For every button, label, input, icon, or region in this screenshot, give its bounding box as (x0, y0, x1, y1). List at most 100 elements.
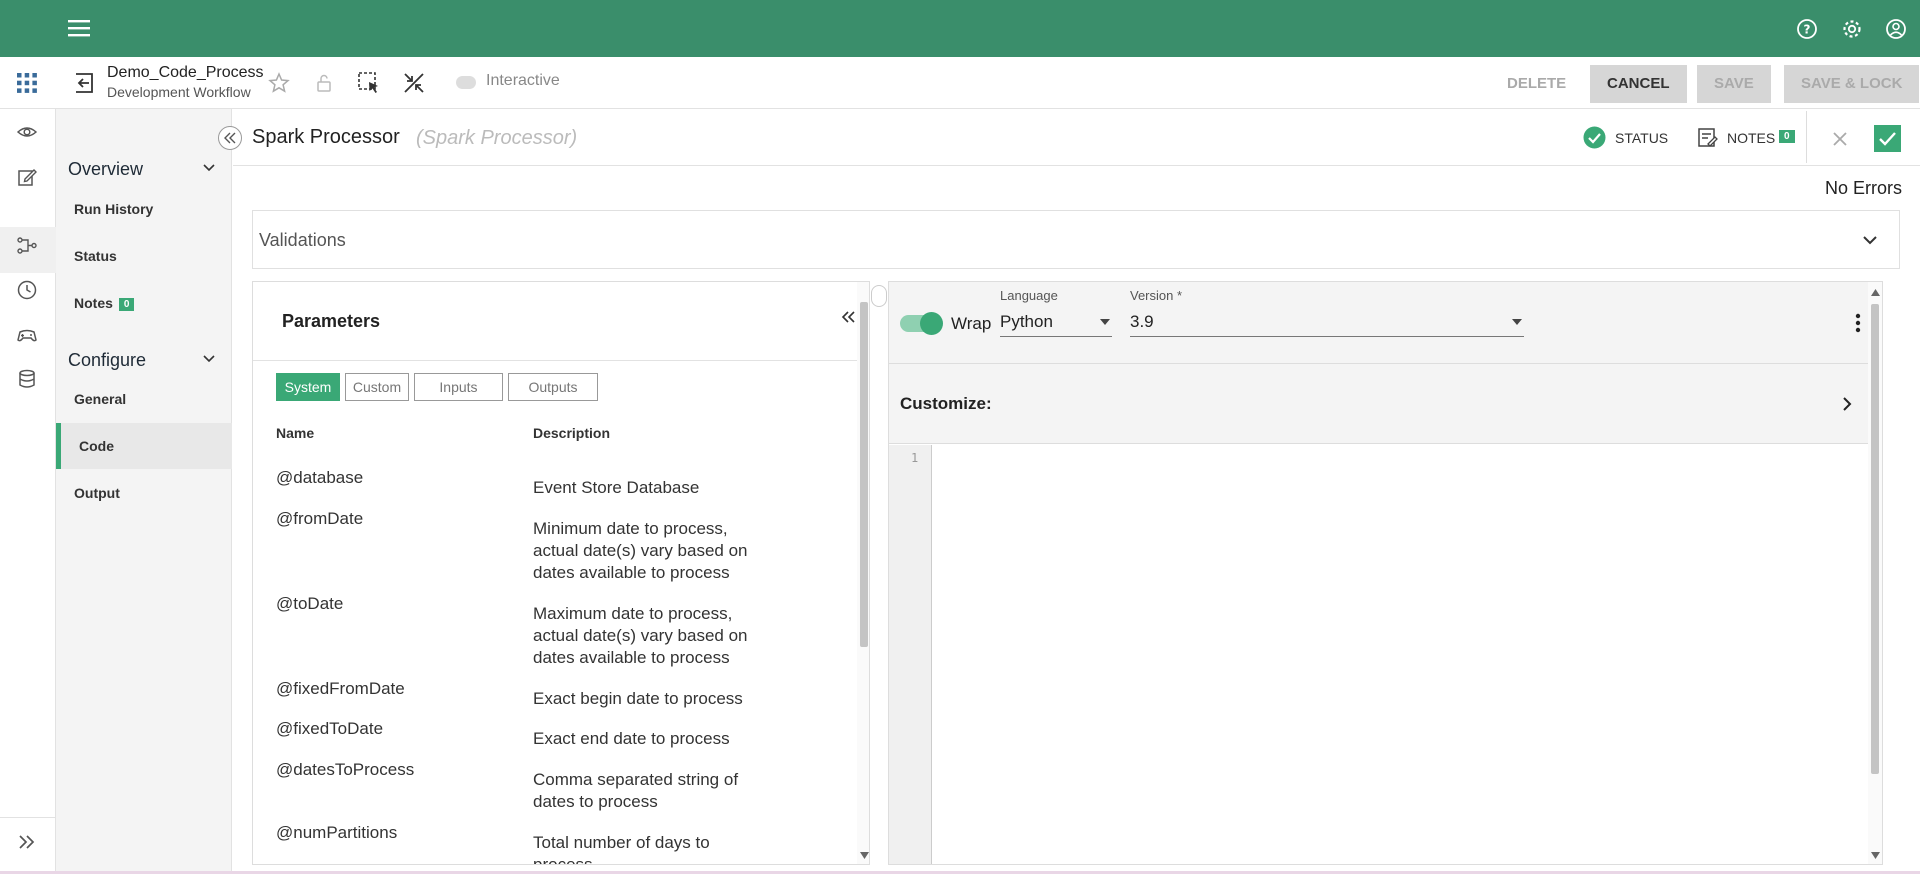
nav-item-output[interactable]: Output (74, 485, 120, 501)
hamburger-menu-icon[interactable] (67, 17, 91, 39)
star-icon[interactable] (268, 72, 290, 94)
param-name: @numPartitions (276, 823, 398, 842)
rail-divider (0, 817, 56, 818)
param-desc: Event Store Database (533, 478, 700, 497)
notes-count-badge: 0 (1779, 130, 1795, 143)
tab-inputs[interactable]: Inputs (414, 373, 503, 401)
tab-custom[interactable]: Custom (345, 373, 409, 401)
scroll-up-arrow-icon[interactable] (1871, 288, 1880, 296)
param-name: @datesToProcess (276, 760, 415, 779)
delete-button[interactable]: DELETE (1490, 65, 1583, 103)
gear-icon[interactable] (1841, 18, 1863, 40)
parameters-scrollbar[interactable] (857, 282, 869, 864)
nav-item-general[interactable]: General (74, 391, 126, 407)
double-chevron-left-icon (224, 132, 236, 144)
version-label: Version * (1130, 288, 1183, 303)
column-header-description: Description (533, 425, 611, 441)
parameters-title: Parameters (282, 311, 381, 331)
validations-panel[interactable]: Validations (252, 210, 1900, 269)
storage-icon[interactable] (16, 368, 38, 390)
left-icon-rail (0, 109, 56, 874)
check-icon (1879, 132, 1896, 146)
save-button[interactable]: SAVE (1697, 65, 1771, 103)
dropdown-arrow-icon (1100, 319, 1110, 325)
tab-outputs[interactable]: Outputs (508, 373, 598, 401)
parameters-divider (253, 360, 869, 361)
header-separator (233, 165, 1920, 166)
more-vertical-icon[interactable] (1855, 313, 1861, 333)
scroll-down-arrow-icon[interactable] (860, 852, 869, 860)
close-icon[interactable] (1830, 129, 1850, 149)
version-select[interactable]: 3.9 (1130, 309, 1524, 337)
interactive-toggle[interactable] (456, 76, 476, 89)
editor-toolbar: Wrap Language Python Version * 3.9 (889, 282, 1882, 364)
wrap-label: Wrap (951, 314, 992, 333)
param-name: @database (276, 468, 364, 487)
clock-icon[interactable] (16, 279, 38, 301)
expand-double-chevron-icon[interactable] (16, 831, 38, 853)
collapse-arrows-icon[interactable] (402, 71, 426, 95)
code-editor-panel: Wrap Language Python Version * 3.9 Custo… (888, 281, 1883, 865)
side-navigation: Overview Run History Status Notes 0 Confi… (56, 109, 232, 874)
status-label: STATUS (1615, 130, 1669, 146)
param-desc: Exact begin date to process (533, 689, 743, 708)
cancel-button[interactable]: CANCEL (1590, 65, 1687, 103)
param-desc: Maximum date to process, actual date(s) … (533, 604, 748, 667)
panel-splitter-handle[interactable] (871, 285, 887, 307)
param-desc: Total number of days to process (533, 833, 710, 865)
notes-count-badge: 0 (118, 298, 135, 311)
customize-section[interactable]: Customize: (889, 364, 1882, 444)
nav-item-status[interactable]: Status (74, 248, 117, 264)
notes-button[interactable]: NOTES 0 (1697, 127, 1807, 151)
collapse-sidenav-button[interactable] (218, 126, 242, 150)
nav-item-run-history[interactable]: Run History (74, 201, 153, 217)
column-header-name: Name (276, 425, 315, 441)
eye-icon[interactable] (16, 121, 38, 143)
workflow-name: Development Workflow (107, 84, 251, 100)
version-value: 3.9 (1130, 312, 1154, 331)
processor-subtitle: (Spark Processor) (416, 127, 578, 149)
apps-grid-icon[interactable] (16, 72, 38, 94)
double-chevron-left-icon[interactable] (840, 310, 856, 324)
save-lock-button[interactable]: SAVE & LOCK (1784, 65, 1920, 103)
workflow-steps-icon[interactable] (16, 235, 38, 257)
code-textarea[interactable] (933, 445, 1868, 864)
scroll-down-arrow-icon[interactable] (1871, 852, 1880, 860)
nav-section-configure[interactable]: Configure (68, 350, 146, 371)
dropdown-arrow-icon (1512, 319, 1522, 325)
header-divider (1806, 111, 1807, 163)
edit-icon[interactable] (16, 166, 38, 188)
lock-open-icon[interactable] (314, 72, 334, 94)
chevron-down-icon[interactable] (202, 161, 216, 175)
tab-system[interactable]: System (276, 373, 340, 401)
editor-scrollbar[interactable] (1868, 282, 1882, 864)
confirm-button[interactable] (1874, 125, 1901, 152)
back-exit-icon[interactable] (72, 71, 96, 95)
nav-item-notes-label: Notes (74, 295, 113, 311)
nav-item-notes[interactable]: Notes 0 (74, 295, 135, 311)
wrap-toggle-knob (920, 312, 943, 335)
nav-item-code[interactable]: Code (79, 438, 114, 454)
param-name: @fixedToDate (276, 719, 384, 738)
notes-label: NOTES (1727, 130, 1776, 146)
gamepad-icon[interactable] (16, 324, 38, 346)
wrap-toggle[interactable] (900, 312, 943, 335)
scrollbar-thumb[interactable] (860, 302, 868, 647)
language-label: Language (1000, 288, 1058, 303)
nav-section-overview[interactable]: Overview (68, 159, 143, 180)
errors-text: No Errors (1825, 178, 1903, 198)
chevron-down-icon[interactable] (1862, 233, 1878, 247)
validations-label: Validations (259, 230, 346, 250)
language-select[interactable]: Python (1000, 309, 1112, 337)
chevron-right-icon[interactable] (1842, 396, 1852, 412)
account-icon[interactable] (1885, 18, 1907, 40)
param-desc: Minimum date to process, actual date(s) … (533, 519, 748, 582)
scrollbar-thumb[interactable] (1871, 304, 1879, 774)
help-icon[interactable]: ? (1796, 18, 1818, 40)
chevron-down-icon[interactable] (202, 352, 216, 366)
select-area-icon[interactable] (357, 71, 381, 95)
top-app-bar: ? (0, 0, 1920, 57)
param-desc: Exact end date to process (533, 729, 730, 748)
process-name: Demo_Code_Process (107, 64, 264, 81)
interactive-label: Interactive (486, 72, 560, 89)
